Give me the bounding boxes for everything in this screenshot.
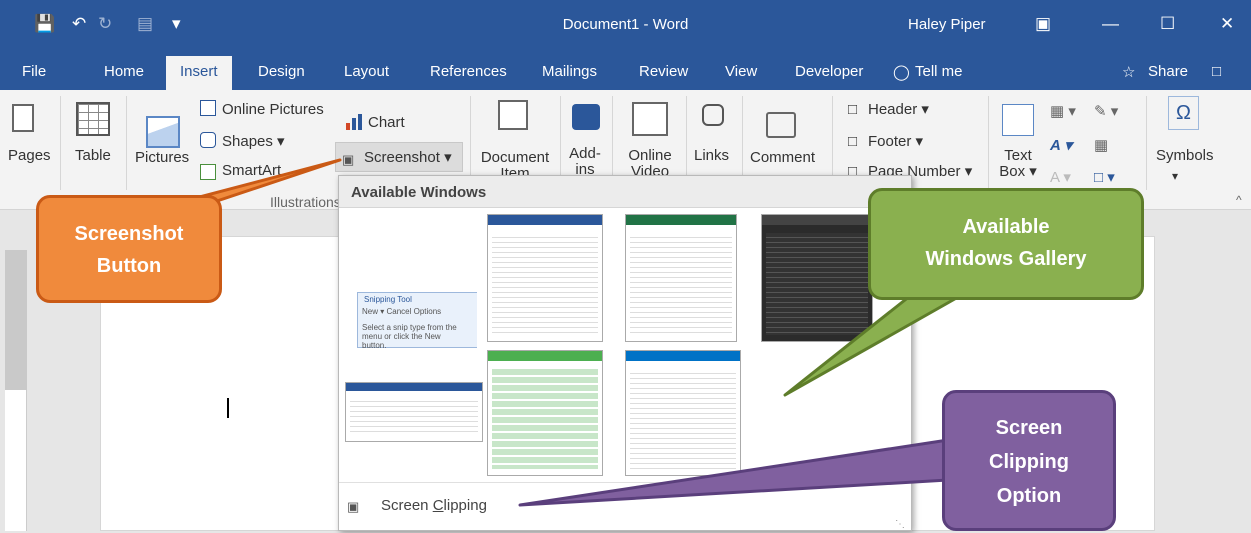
available-windows-gallery-callout: Available Windows Gallery <box>868 188 1144 300</box>
screen-clipping-option-callout: Screen Clipping Option <box>942 390 1116 531</box>
screenshot-button-callout: Screenshot Button <box>36 195 222 303</box>
gallery-callout-pointer <box>783 294 962 397</box>
clipping-callout-pointer <box>518 438 950 507</box>
